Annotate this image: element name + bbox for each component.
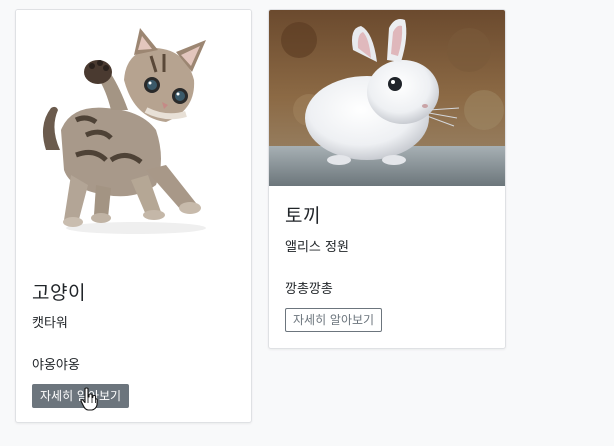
rabbit-image <box>269 10 505 186</box>
card-cat: 고양이 캣타워 야옹야옹 자세히 알아보기 <box>15 9 252 423</box>
hand-pointer-icon <box>80 387 98 411</box>
details-button[interactable]: 자세히 알아보기 <box>285 308 383 332</box>
card-text: 깡총깡총 <box>285 282 333 297</box>
cat-image <box>16 10 251 258</box>
card-subtitle: 캣타워 <box>32 316 68 331</box>
card-title: 토끼 <box>285 205 321 227</box>
card-rabbit: 토끼 앨리스 정원 깡총깡총 자세히 알아보기 <box>268 9 506 349</box>
card-subtitle: 앨리스 정원 <box>285 240 349 255</box>
card-title: 고양이 <box>32 282 86 304</box>
card-text: 야옹야옹 <box>32 358 80 373</box>
